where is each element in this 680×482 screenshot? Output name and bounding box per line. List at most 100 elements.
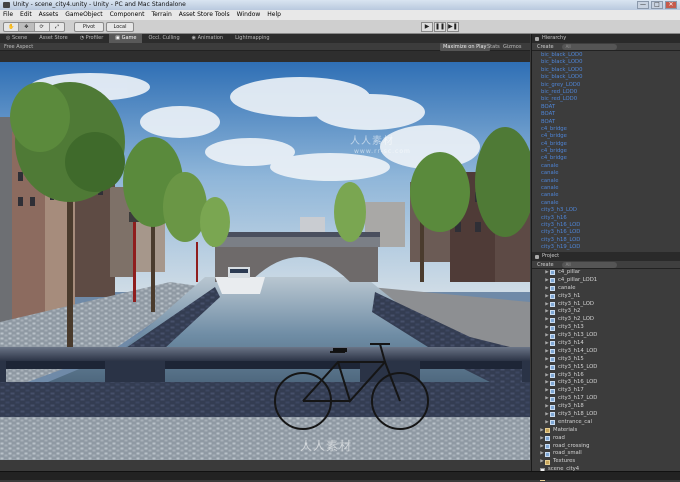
tab-scene[interactable]: ◎ Scene <box>0 34 33 43</box>
menu-help[interactable]: Help <box>267 10 281 20</box>
project-item[interactable]: ▶ city3_h14_LOD <box>532 348 680 356</box>
pause-button[interactable]: ❚❚ <box>434 22 446 32</box>
project-item[interactable]: ▶ city3_h1 <box>532 293 680 301</box>
pivot-toggle[interactable]: Pivot <box>74 22 104 32</box>
project-item[interactable]: ▶ city3_h13_LOD <box>532 332 680 340</box>
project-item[interactable]: ▶ Materials <box>532 427 680 435</box>
menu-window[interactable]: Window <box>237 10 261 20</box>
maximize-on-play-toggle[interactable]: Maximize on Play <box>440 43 490 51</box>
prefab-icon <box>550 357 555 363</box>
project-item[interactable]: ▶ city3_h17 <box>532 387 680 395</box>
hierarchy-item[interactable]: canale <box>532 200 680 207</box>
hierarchy-item[interactable]: c4_bridge <box>532 155 680 162</box>
hierarchy-item[interactable]: bic_grey_LOD0 <box>532 82 680 89</box>
scale-tool-icon[interactable]: ⤢ <box>50 23 64 31</box>
view-tab-bar: ◎ Scene Asset Store ◔ Profiler ▣ Game Oc… <box>0 34 530 43</box>
hierarchy-create-button[interactable]: Create <box>537 43 554 50</box>
menu-terrain[interactable]: Terrain <box>151 10 171 20</box>
project-item[interactable]: ▶ city3_h15 <box>532 356 680 364</box>
project-item[interactable]: ▶ c4_pillar_LOD1 <box>532 277 680 285</box>
project-item[interactable]: ▶ city3_h18 <box>532 403 680 411</box>
project-search-input[interactable]: All <box>561 262 617 268</box>
step-button[interactable]: ▶❚ <box>447 22 459 32</box>
project-create-button[interactable]: Create <box>537 261 554 268</box>
project-item-label: Materials <box>553 426 578 433</box>
tab-profiler[interactable]: ◔ Profiler <box>74 34 110 43</box>
game-view-options: Free Aspect Maximize on Play Stats Gizmo… <box>0 43 530 51</box>
project-item[interactable]: ▶ entrance_cal <box>532 419 680 427</box>
project-item[interactable]: ▶ canale <box>532 285 680 293</box>
menu-gameobject[interactable]: GameObject <box>65 10 102 20</box>
hierarchy-item[interactable]: c4_bridge <box>532 141 680 148</box>
minimize-button[interactable]: — <box>637 1 649 9</box>
hierarchy-item[interactable]: c4_bridge <box>532 133 680 140</box>
menu-asset-store-tools[interactable]: Asset Store Tools <box>179 10 230 20</box>
project-item[interactable]: ▶ road_crossing <box>532 443 680 451</box>
hierarchy-item[interactable]: bic_red_LOD0 <box>532 96 680 103</box>
project-item[interactable]: ▶ city3_h1_LOD <box>532 301 680 309</box>
hierarchy-item[interactable]: canale <box>532 185 680 192</box>
project-item[interactable]: ▶ city3_h18_LOD <box>532 411 680 419</box>
hierarchy-item[interactable]: c4_bridge <box>532 148 680 155</box>
hierarchy-item[interactable]: BOAT <box>532 119 680 126</box>
project-list: ▶ c4_pillar ▶ c4_pillar_LOD1 ▶ canale ▶ city3_h… <box>532 269 680 482</box>
maximize-button[interactable]: □ <box>651 1 663 9</box>
hierarchy-item[interactable]: bic_black_LOD0 <box>532 59 680 66</box>
menu-file[interactable]: File <box>3 10 13 20</box>
hierarchy-item[interactable]: city3_h16_LOD <box>532 229 680 236</box>
hierarchy-item[interactable]: bic_black_LOD0 <box>532 52 680 59</box>
hierarchy-item[interactable]: city3_h16_LOD <box>532 222 680 229</box>
project-header: Project <box>532 252 680 261</box>
stats-toggle[interactable]: Stats <box>487 43 500 51</box>
project-item[interactable]: ▶ city3_h2 <box>532 308 680 316</box>
hierarchy-item[interactable]: bic_black_LOD0 <box>532 74 680 81</box>
local-toggle[interactable]: Local <box>106 22 134 32</box>
menu-component[interactable]: Component <box>110 10 145 20</box>
prefab-icon <box>550 412 555 418</box>
hierarchy-item[interactable]: c4_bridge <box>532 126 680 133</box>
tab-lightmapping-label: Lightmapping <box>235 35 270 41</box>
menu-edit[interactable]: Edit <box>20 10 32 20</box>
prefab-icon <box>550 420 555 426</box>
hierarchy-item[interactable]: BOAT <box>532 104 680 111</box>
hierarchy-item[interactable]: city3_h19_LOD <box>532 244 680 251</box>
hierarchy-item[interactable]: canale <box>532 170 680 177</box>
aspect-dropdown[interactable]: Free Aspect <box>4 43 33 51</box>
game-viewport[interactable]: 人人素材 www.rr-sc.com 人人素材 <box>0 62 530 460</box>
project-item[interactable]: ▶ city3_h15_LOD <box>532 364 680 372</box>
project-item[interactable]: ▶ city3_h14 <box>532 340 680 348</box>
tab-asset-store[interactable]: Asset Store <box>33 34 73 43</box>
hierarchy-search-input[interactable]: All <box>561 44 617 50</box>
tab-lightmapping[interactable]: Lightmapping <box>229 34 276 43</box>
play-button[interactable]: ▶ <box>421 22 433 32</box>
hierarchy-item[interactable]: city3_h18_LOD <box>532 237 680 244</box>
project-item[interactable]: ▶ road <box>532 435 680 443</box>
project-item[interactable]: ▶ city3_h17_LOD <box>532 395 680 403</box>
tab-occlusion-culling[interactable]: Occl. Culling <box>142 34 185 43</box>
project-item[interactable]: ▶ city3_h16_LOD <box>532 379 680 387</box>
project-item[interactable]: ▶ c4_pillar <box>532 269 680 277</box>
close-button[interactable]: ✕ <box>665 1 677 9</box>
project-item[interactable]: ▶ Textures <box>532 458 680 466</box>
hierarchy-item[interactable]: canale <box>532 192 680 199</box>
hierarchy-item[interactable]: bic_red_LOD0 <box>532 89 680 96</box>
project-item[interactable]: ▶ city3_h16 <box>532 372 680 380</box>
hierarchy-item[interactable]: city3_h16 <box>532 215 680 222</box>
move-tool-icon[interactable]: ✥ <box>19 23 35 31</box>
hierarchy-item[interactable]: BOAT <box>532 111 680 118</box>
hierarchy-item[interactable]: canale <box>532 163 680 170</box>
project-item[interactable]: ▶ city3_h2_LOD <box>532 316 680 324</box>
hierarchy-item[interactable]: city3_h3_LOD <box>532 207 680 214</box>
menu-assets[interactable]: Assets <box>39 10 59 20</box>
tab-game[interactable]: ▣ Game <box>109 34 143 43</box>
prefab-icon <box>550 333 555 339</box>
tab-animation[interactable]: ◉ Animation <box>186 34 229 43</box>
hand-tool-icon[interactable]: ✋ <box>4 23 20 31</box>
project-item[interactable]: ▶ road_small <box>532 450 680 458</box>
rotate-tool-icon[interactable]: ⟳ <box>35 23 50 31</box>
project-item[interactable]: ▶ city3_h13 <box>532 324 680 332</box>
folder-icon <box>545 428 550 434</box>
hierarchy-item[interactable]: bic_black_LOD0 <box>532 67 680 74</box>
hierarchy-item[interactable]: canale <box>532 178 680 185</box>
gizmos-dropdown[interactable]: Gizmos <box>503 43 521 51</box>
